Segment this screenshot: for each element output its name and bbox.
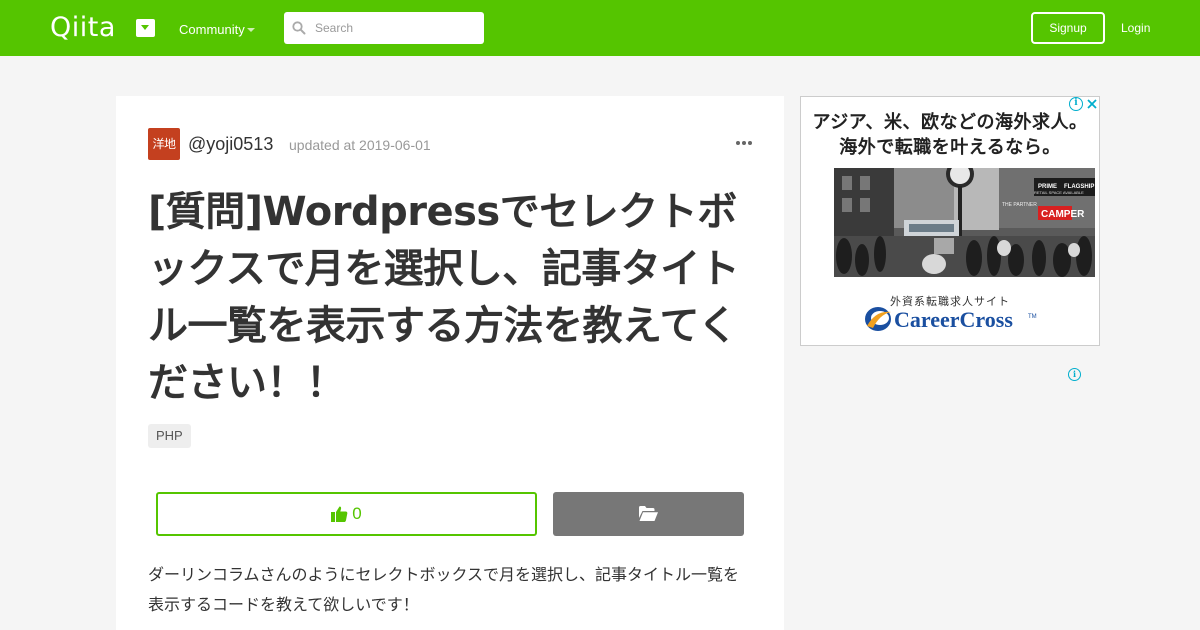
article-body: ダーリンコラムさんのようにセレクトボックスで月を選択し、記事タイトル一覧を表示す…	[148, 565, 740, 614]
street-scene-image: PRIME FLAGSHIP RETAIL SPACE AVAILABLE CA…	[834, 168, 1095, 277]
ad-info-icon[interactable]: i	[1069, 97, 1083, 111]
ad-street-photo: PRIME FLAGSHIP RETAIL SPACE AVAILABLE CA…	[834, 168, 1095, 277]
more-options-icon[interactable]	[736, 141, 752, 147]
chevron-down-icon	[247, 28, 255, 32]
author-username[interactable]: @yoji0513	[188, 134, 273, 154]
stock-button[interactable]	[553, 492, 744, 536]
adchoices-icon[interactable]: i	[1068, 368, 1081, 381]
article-title: [質問]Wordpressでセレクトボックスで月を選択し、記事タイトル一覧を表示…	[148, 189, 740, 406]
qiita-logo[interactable]: Qiita	[50, 14, 116, 42]
ad-brand-name: CareerCross	[894, 307, 1013, 332]
ad-close-icon[interactable]	[1085, 97, 1099, 111]
signup-button[interactable]: Signup	[1031, 12, 1105, 44]
ad-brand-tm: TM	[1028, 314, 1037, 320]
photo-sign-partner: THE PARTNER	[1002, 202, 1037, 208]
search-input[interactable]	[284, 12, 484, 44]
caret-down-icon	[141, 25, 149, 30]
like-button[interactable]: 0	[156, 492, 537, 536]
thumbs-up-icon	[331, 506, 348, 522]
like-count: 0	[352, 504, 362, 523]
careercross-logo-icon	[865, 307, 891, 331]
updated-date: updated at 2019-06-01	[289, 137, 431, 153]
community-menu[interactable]: Community	[179, 22, 245, 38]
avatar[interactable]: 洋地	[148, 128, 180, 160]
logo-dropdown-toggle[interactable]	[136, 19, 155, 37]
ad-headline-line1: アジア、米、欧などの海外求人。	[812, 112, 1088, 133]
login-link[interactable]: Login	[1121, 20, 1150, 36]
photo-sign-camper: CAMPER	[1041, 209, 1085, 220]
ad-headline-line2: 海外で転職を叶えるなら。	[839, 137, 1061, 158]
ad-headline: アジア、米、欧などの海外求人。 海外で転職を叶えるなら。	[806, 110, 1094, 160]
search-icon	[292, 21, 306, 35]
photo-sign-retail: RETAIL SPACE AVAILABLE	[1034, 190, 1084, 195]
tag-php[interactable]: PHP	[148, 424, 191, 448]
folder-open-icon	[639, 506, 658, 521]
